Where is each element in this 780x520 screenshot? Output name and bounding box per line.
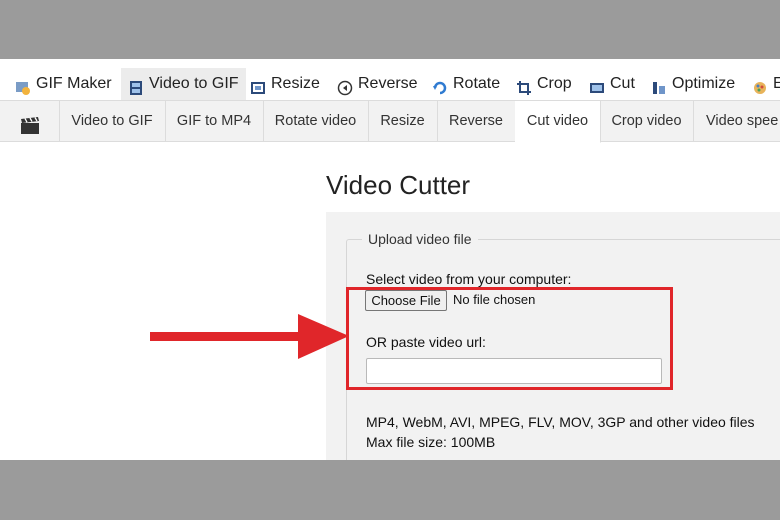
screenshot-frame: GIF Maker Video to GIF Resize Reverse Ro… bbox=[0, 59, 780, 460]
red-arrow-icon bbox=[150, 314, 349, 359]
